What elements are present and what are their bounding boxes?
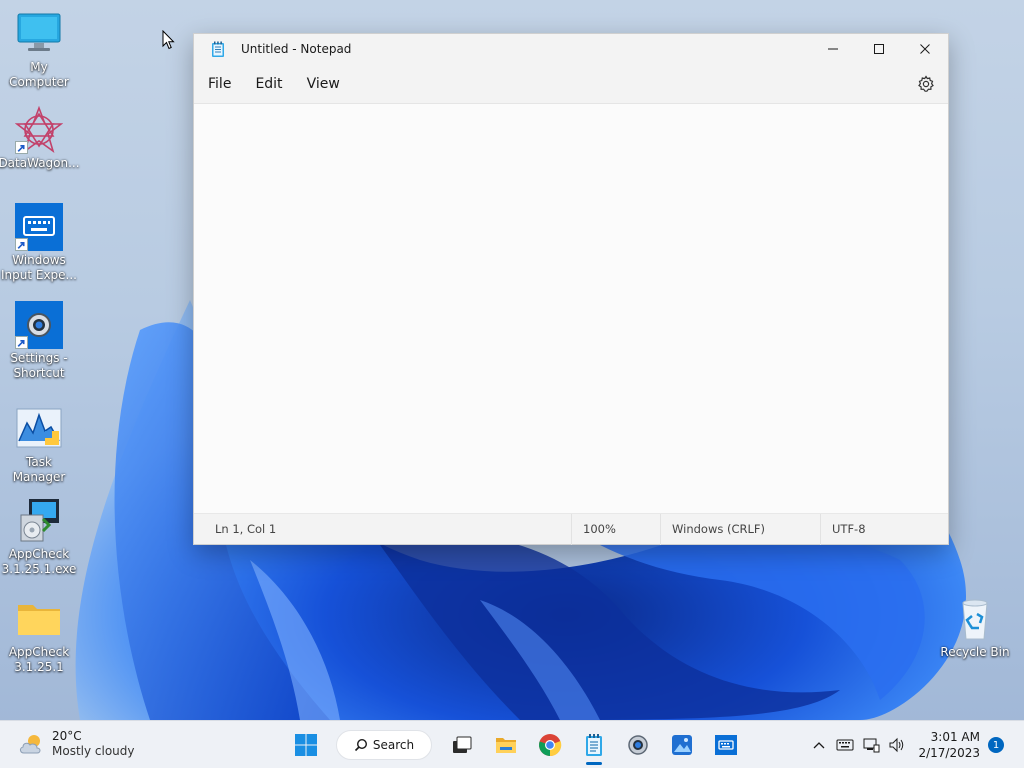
installer-icon [15, 497, 63, 545]
window-title: Untitled - Notepad [241, 42, 352, 56]
search-icon [354, 738, 367, 752]
status-bar: Ln 1, Col 1 100% Windows (CRLF) UTF-8 [194, 513, 948, 545]
recycle-bin-icon [951, 595, 999, 643]
desktop-icon-label: Windows Input Expe... [0, 253, 77, 282]
taskbar-settings[interactable] [616, 725, 660, 765]
desktop-icon-recycle-bin[interactable]: Recycle Bin [936, 595, 1014, 660]
settings-gear-icon[interactable] [916, 74, 936, 94]
file-explorer-folder-icon [496, 738, 516, 753]
settings-gear-icon [628, 735, 648, 755]
cloudy-weather-icon [20, 735, 41, 754]
chrome-browser-icon [539, 734, 562, 757]
task-view-icon [453, 736, 472, 753]
notepad-app-icon [212, 41, 224, 57]
show-hidden-icons-button[interactable] [806, 729, 832, 761]
desktop-icon-label: AppCheck 3.1.25.1.exe [1, 547, 77, 576]
input-indicator-button[interactable] [832, 729, 858, 761]
menu-view[interactable]: View [295, 68, 352, 100]
weather-temperature: 20°C [52, 729, 82, 743]
maximize-icon [874, 44, 884, 54]
desktop-icon-appcheck-exe[interactable]: AppCheck 3.1.25.1.exe [0, 497, 78, 577]
speaker-icon [889, 737, 904, 753]
network-icon [863, 738, 880, 753]
datawagon-logo-icon [15, 106, 63, 154]
windows-logo-icon [295, 734, 317, 756]
taskbar-search-button[interactable]: Search [336, 730, 432, 760]
shortcut-arrow-icon [15, 238, 28, 251]
chevron-up-icon [814, 742, 825, 749]
status-cursor-position: Ln 1, Col 1 [194, 513, 572, 545]
minimize-button[interactable] [810, 34, 856, 64]
weather-condition: Mostly cloudy [52, 744, 135, 758]
active-app-indicator [586, 762, 602, 765]
menu-edit[interactable]: Edit [243, 68, 294, 100]
desktop-icon-label: Settings - Shortcut [10, 351, 68, 380]
search-label: Search [372, 738, 415, 752]
desktop-icon-windows-input[interactable]: Windows Input Expe... [0, 203, 78, 283]
clock-date: 2/17/2023 [918, 746, 980, 760]
close-icon [920, 44, 930, 54]
desktop-icon-label: Recycle Bin [940, 645, 1010, 659]
taskbar-notepad[interactable] [572, 725, 616, 765]
task-manager-icon [15, 405, 63, 453]
desktop-icon-settings-shortcut[interactable]: Settings - Shortcut [0, 301, 78, 381]
clock-time: 3:01 AM [930, 730, 980, 744]
taskbar-photos[interactable] [660, 725, 704, 765]
taskbar-file-explorer[interactable] [484, 725, 528, 765]
weather-widget[interactable]: 20°C Mostly cloudy [18, 729, 135, 759]
volume-button[interactable] [884, 729, 910, 761]
desktop-icon-label: My Computer [9, 60, 69, 89]
desktop-icon-my-computer[interactable]: My Computer [0, 10, 78, 90]
notification-badge[interactable]: 1 [988, 737, 1004, 753]
desktop-icon-label: AppCheck 3.1.25.1 [8, 645, 70, 674]
title-bar[interactable]: Untitled - Notepad [194, 34, 948, 64]
keyboard-icon [836, 739, 854, 751]
task-view-button[interactable] [440, 725, 484, 765]
network-button[interactable] [858, 729, 884, 761]
desktop-icon-label: Task Manager [12, 455, 66, 484]
mouse-cursor-icon [162, 30, 175, 50]
monitor-icon [15, 10, 63, 58]
maximize-button[interactable] [856, 34, 902, 64]
keyboard-app-icon [715, 735, 737, 755]
minimize-icon [828, 48, 838, 50]
photos-app-icon [672, 735, 692, 755]
clock[interactable]: 3:01 AM 2/17/2023 [918, 729, 980, 761]
taskbar: 20°C Mostly cloudy Search 3:01 AM 2/17/2… [0, 720, 1024, 768]
text-editor[interactable] [194, 104, 948, 513]
desktop-icon-task-manager[interactable]: Task Manager [0, 405, 78, 485]
taskbar-chrome[interactable] [528, 725, 572, 765]
status-encoding[interactable]: UTF-8 [821, 514, 866, 545]
status-line-ending[interactable]: Windows (CRLF) [661, 513, 821, 545]
keyboard-icon [15, 203, 63, 251]
taskbar-input-app[interactable] [704, 725, 748, 765]
settings-gear-icon [15, 301, 63, 349]
folder-icon [15, 595, 63, 643]
desktop-icon-appcheck-folder[interactable]: AppCheck 3.1.25.1 [0, 595, 78, 675]
menu-bar: File Edit View [194, 64, 948, 104]
notepad-icon [586, 734, 602, 756]
shortcut-arrow-icon [15, 141, 28, 154]
desktop-icon-label: DataWagon... [0, 156, 80, 170]
status-zoom[interactable]: 100% [572, 513, 661, 545]
menu-file[interactable]: File [196, 68, 243, 100]
system-tray: 3:01 AM 2/17/2023 1 [806, 721, 1024, 768]
notepad-window[interactable]: Untitled - Notepad File Edit View Ln 1, … [193, 33, 949, 545]
close-button[interactable] [902, 34, 948, 64]
start-button[interactable] [284, 725, 328, 765]
desktop-icon-datawagon[interactable]: DataWagon... [0, 106, 80, 171]
shortcut-arrow-icon [15, 336, 28, 349]
